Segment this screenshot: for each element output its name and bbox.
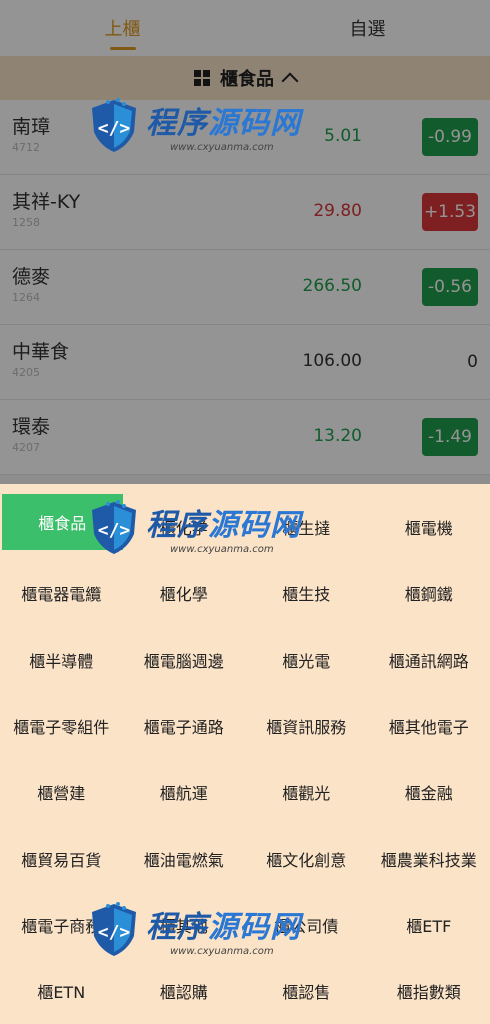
category-item[interactable]: 櫃認售 — [245, 958, 368, 1024]
category-item[interactable]: 櫃ETF — [368, 892, 490, 958]
category-item[interactable]: 櫃資訊服務 — [245, 693, 368, 759]
category-item[interactable]: 櫃ETN — [0, 958, 123, 1024]
category-item[interactable]: 櫃貿易百貨 — [0, 825, 123, 891]
svg-text:</>: </> — [98, 118, 131, 139]
category-item[interactable]: 櫃油電燃氣 — [123, 825, 246, 891]
category-item[interactable]: 櫃文化創意 — [245, 825, 368, 891]
category-item[interactable]: 櫃光電 — [245, 627, 368, 693]
category-item[interactable]: 櫃電腦週邊 — [123, 627, 246, 693]
watermark: </> 程序源码网 www.cxyuanma.com — [88, 900, 301, 958]
category-item[interactable]: 櫃航運 — [123, 759, 246, 825]
category-item[interactable]: 櫃農業科技業 — [368, 825, 490, 891]
category-item[interactable]: 櫃金融 — [368, 759, 490, 825]
shield-logo-icon: </> — [92, 500, 136, 554]
watermark: </> 程序源码网 www.cxyuanma.com — [88, 96, 301, 154]
category-item[interactable]: 櫃電器電纜 — [0, 560, 123, 626]
category-item[interactable]: 櫃電機 — [368, 494, 490, 560]
shield-logo-icon: </> — [92, 98, 136, 152]
category-item[interactable]: 櫃電子通路 — [123, 693, 246, 759]
category-item[interactable]: 櫃電子零組件 — [0, 693, 123, 759]
svg-text:</>: </> — [98, 922, 131, 943]
category-item[interactable]: 櫃觀光 — [245, 759, 368, 825]
category-item[interactable]: 櫃化學 — [123, 560, 246, 626]
category-item[interactable]: 櫃營建 — [0, 759, 123, 825]
category-item[interactable]: 櫃指數類 — [368, 958, 490, 1024]
category-item[interactable]: 櫃通訊網路 — [368, 627, 490, 693]
category-item[interactable]: 櫃其他電子 — [368, 693, 490, 759]
category-item[interactable]: 櫃生技 — [245, 560, 368, 626]
svg-text:</>: </> — [98, 520, 131, 541]
category-item[interactable]: 櫃認購 — [123, 958, 246, 1024]
modal-backdrop[interactable] — [0, 0, 490, 484]
category-item[interactable]: 櫃半導體 — [0, 627, 123, 693]
category-item[interactable]: 櫃鋼鐵 — [368, 560, 490, 626]
shield-logo-icon: </> — [92, 902, 136, 956]
watermark: </> 程序源码网 www.cxyuanma.com — [88, 498, 301, 556]
